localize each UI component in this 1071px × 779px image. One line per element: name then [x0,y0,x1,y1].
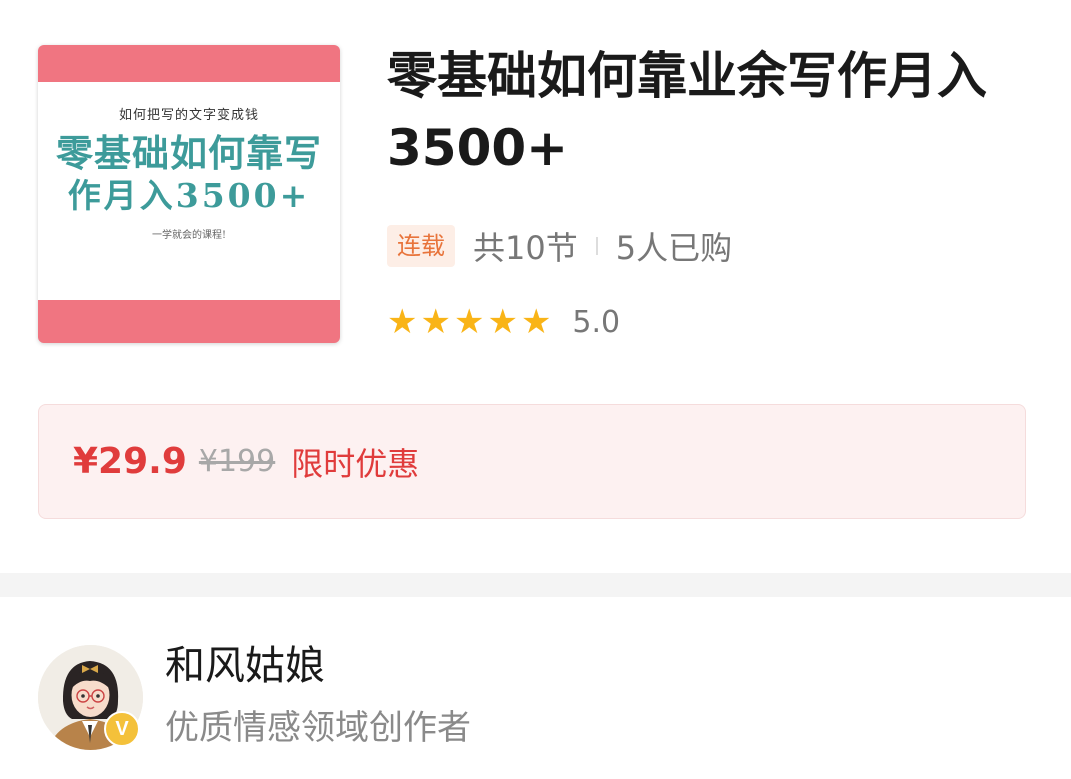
current-price: ¥29.9 [73,441,187,482]
meta-divider [595,237,598,255]
star-icon: ★ [487,302,518,342]
star-icon: ★ [387,302,418,342]
rating-stars: ★ ★ ★ ★ ★ [387,298,554,346]
rating-value: 5.0 [572,304,621,340]
promo-label: 限时优惠 [291,444,420,483]
course-title: 零基础如何靠业余写作月入3500+ [387,47,987,177]
star-icon: ★ [420,302,451,342]
purchase-count: 5人已购 [615,229,733,267]
rating: ★ ★ ★ ★ ★ 5.0 [387,298,620,346]
status-badge: 连载 [387,225,455,267]
star-icon: ★ [453,302,485,342]
cover-title-line2: 作月入3500+ [67,175,311,215]
price-banner: ¥29.9 ¥199 限时优惠 [38,404,1026,519]
author-name[interactable]: 和风姑娘 [165,640,325,692]
original-price: ¥199 [198,444,276,479]
course-meta: 连载 共10节 5人已购 [387,222,732,270]
course-detail-page: 如何把写的文字变成钱 零基础如何靠写 作月入3500+ 一学就会的课程! 零基础… [0,0,1071,779]
author-description: 优质情感领域创作者 [165,708,471,748]
cover-band: 如何把写的文字变成钱 零基础如何靠写 作月入3500+ 一学就会的课程! [38,82,340,300]
verified-icon: V [104,711,140,747]
section-divider [0,573,1071,597]
star-icon: ★ [520,302,552,342]
cover-title-line1: 零基础如何靠写 [56,131,322,175]
lesson-count: 共10节 [473,229,578,267]
course-cover-image[interactable]: 如何把写的文字变成钱 零基础如何靠写 作月入3500+ 一学就会的课程! [38,45,340,343]
cover-subtitle: 如何把写的文字变成钱 [118,108,259,123]
cover-tagline: 一学就会的课程! [151,229,227,241]
